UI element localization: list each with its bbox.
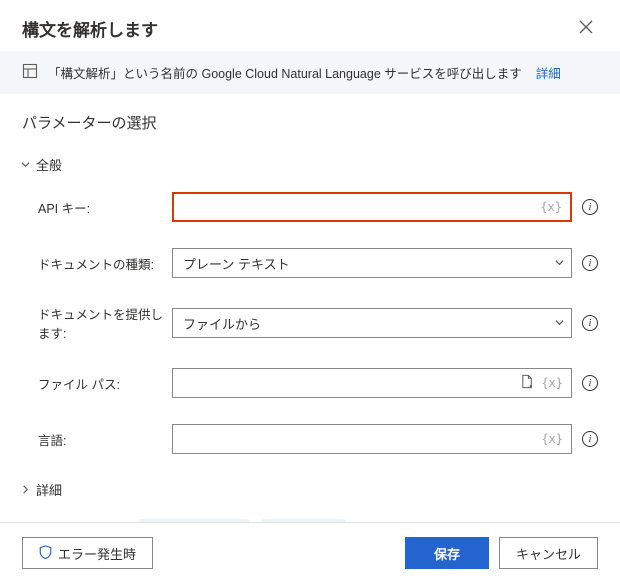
doc-type-value: プレーン テキスト [183, 254, 290, 273]
banner-text: 「構文解析」という名前の Google Cloud Natural Langua… [48, 63, 522, 82]
chevron-down-icon [554, 316, 565, 331]
provide-doc-label: ドキュメントを提供します: [38, 304, 172, 342]
file-path-label: ファイル パス: [38, 374, 172, 393]
save-button[interactable]: 保存 [405, 537, 489, 569]
banner-more-link[interactable]: 詳細 [536, 63, 561, 82]
on-error-button[interactable]: エラー発生時 [22, 537, 153, 569]
info-icon[interactable]: i [582, 375, 598, 391]
file-browse-icon[interactable] [520, 374, 535, 392]
info-icon[interactable]: i [582, 199, 598, 215]
close-button[interactable] [574, 17, 598, 41]
group-advanced-label: 詳細 [36, 480, 62, 499]
group-general-label: 全般 [36, 155, 62, 174]
info-icon[interactable]: i [582, 255, 598, 271]
variable-picker-icon[interactable]: {x} [539, 376, 565, 390]
file-path-input[interactable]: {x} [172, 368, 572, 398]
provide-doc-select[interactable]: ファイルから [172, 308, 572, 338]
close-icon [579, 20, 593, 37]
info-icon[interactable]: i [582, 315, 598, 331]
shield-icon [39, 545, 52, 562]
language-label: 言語: [38, 430, 172, 449]
provide-doc-value: ファイルから [183, 314, 261, 333]
api-key-input[interactable]: {x} [172, 192, 572, 222]
group-general-toggle[interactable]: 全般 [20, 155, 598, 174]
variable-picker-icon[interactable]: {x} [538, 200, 564, 214]
variable-picker-icon[interactable]: {x} [539, 432, 565, 446]
chevron-down-icon [554, 256, 565, 271]
language-input[interactable]: {x} [172, 424, 572, 454]
chevron-down-icon [20, 160, 30, 169]
parameters-heading: パラメーターの選択 [22, 112, 598, 133]
group-advanced-toggle[interactable]: 詳細 [20, 480, 598, 499]
cancel-button[interactable]: キャンセル [499, 537, 598, 569]
info-icon[interactable]: i [582, 431, 598, 447]
doc-type-label: ドキュメントの種類: [38, 254, 172, 273]
on-error-label: エラー発生時 [58, 544, 136, 563]
api-key-label: API キー: [38, 198, 172, 217]
layout-icon [22, 63, 38, 82]
dialog-title: 構文を解析します [22, 16, 158, 41]
chevron-right-icon [20, 485, 30, 494]
doc-type-select[interactable]: プレーン テキスト [172, 248, 572, 278]
info-banner: 「構文解析」という名前の Google Cloud Natural Langua… [0, 51, 620, 94]
